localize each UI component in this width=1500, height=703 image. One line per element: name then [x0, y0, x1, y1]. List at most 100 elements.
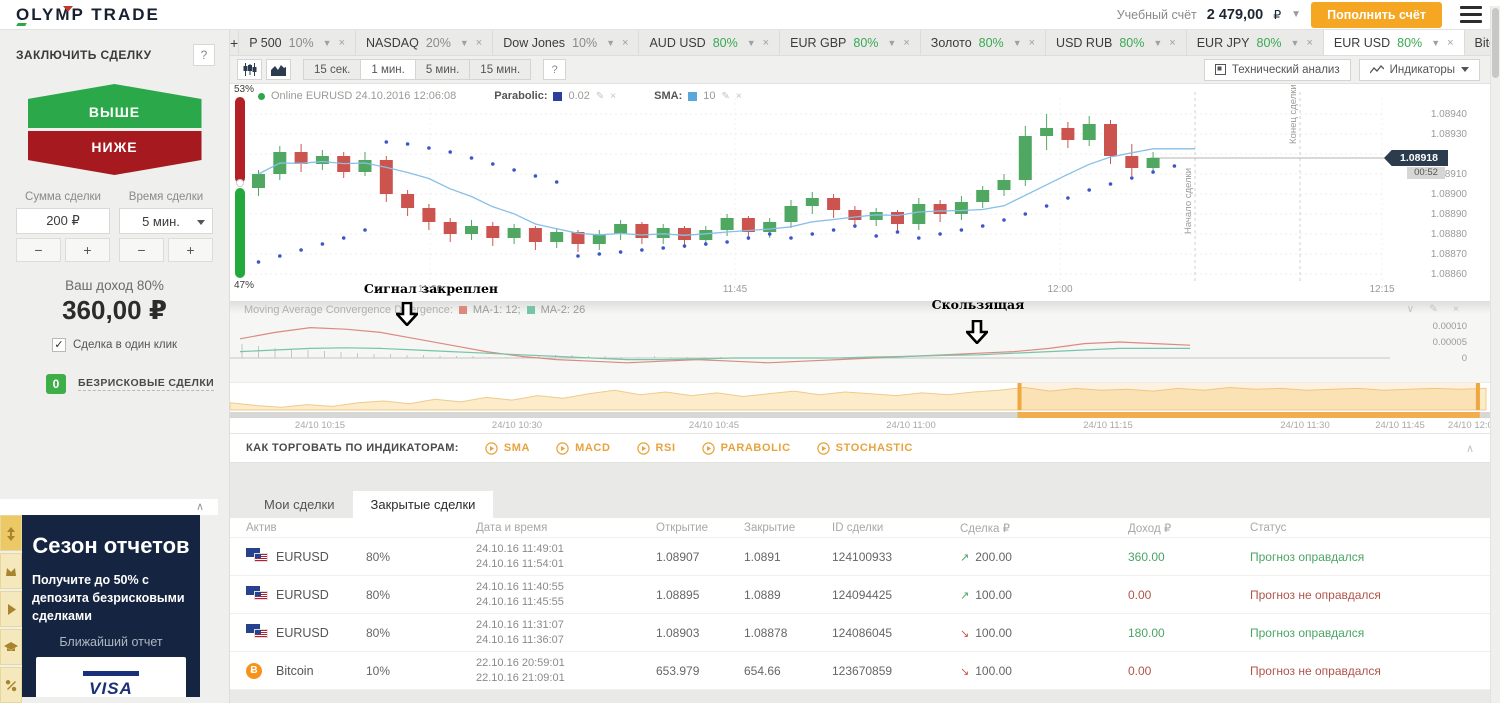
- timeframe-button-15сек[interactable]: 15 сек.: [303, 59, 362, 80]
- page-scrollbar[interactable]: [1490, 6, 1500, 703]
- promo-collapse-bar[interactable]: ∧: [0, 499, 218, 515]
- deposit-button[interactable]: Пополнить счёт: [1311, 1, 1442, 28]
- table-row[interactable]: Ƀ Bitcoin 10% 22.10.16 20:59:01 22.10.16 21:…: [230, 652, 1490, 690]
- macd-controls[interactable]: ∨ ✎ ×: [1407, 303, 1465, 315]
- tab-percent: 80%: [978, 35, 1004, 50]
- howto-link-sma[interactable]: SMA: [485, 441, 530, 455]
- howto-link-macd[interactable]: MACD: [556, 441, 610, 455]
- scrubber-canvas[interactable]: [229, 383, 1490, 419]
- chevron-up-icon[interactable]: ∧: [1466, 442, 1474, 455]
- technical-analysis-button[interactable]: Технический анализ: [1203, 58, 1351, 81]
- edit-icon[interactable]: ✎: [596, 91, 604, 102]
- timeframe-button-15мин[interactable]: 15 мин.: [470, 59, 532, 80]
- tab-aud-usd[interactable]: AUD USD 80% ▼ ×: [639, 30, 781, 55]
- sidebar-help-button[interactable]: ?: [193, 44, 215, 66]
- candlestick-canvas[interactable]: Начало сделки Конец сделки 1.08940 1.08930 1…: [230, 84, 1490, 301]
- currency-symbol: ₽: [1273, 8, 1282, 22]
- time-plus-button[interactable]: +: [168, 238, 213, 262]
- chart-toolbar: 15 сек. 1 мин. 5 мин. 15 мин. ? Технический…: [230, 56, 1490, 84]
- trades-tab-closed[interactable]: Закрытые сделки: [352, 491, 494, 518]
- tab-usd-rub[interactable]: USD RUB 80% ▼ ×: [1046, 30, 1187, 55]
- close-icon[interactable]: ×: [1029, 37, 1035, 49]
- promo-percent-icon[interactable]: [0, 667, 22, 703]
- add-asset-tab-button[interactable]: +: [230, 30, 240, 55]
- asset-name: EURUSD: [276, 587, 329, 602]
- edit-icon[interactable]: ✎: [722, 91, 730, 102]
- close-icon[interactable]: ×: [339, 37, 345, 49]
- tab-nasdaq[interactable]: NASDAQ 20% ▼ ×: [356, 30, 494, 55]
- promo-crown-icon[interactable]: [0, 553, 22, 589]
- tab-percent: 80%: [1397, 35, 1423, 50]
- trades-tab-my[interactable]: Мои сделки: [246, 491, 353, 518]
- one-click-toggle[interactable]: ✓ Сделка в один клик: [0, 338, 229, 352]
- close-icon[interactable]: ×: [476, 37, 482, 49]
- amount-minus-button[interactable]: −: [16, 238, 61, 262]
- howto-link-stochastic[interactable]: STOCHASTIC: [816, 441, 913, 455]
- candlestick-chart-type-button[interactable]: [237, 59, 262, 80]
- play-circle-icon: [636, 441, 650, 455]
- area-chart-type-button[interactable]: [266, 59, 291, 80]
- column-header: Дата и время: [476, 521, 548, 534]
- close-icon[interactable]: ×: [1169, 37, 1175, 49]
- table-row[interactable]: EURUSD 80% 24.10.16 11:31:07 24.10.16 11:36…: [230, 614, 1490, 652]
- asset-icon-cell: Ƀ: [230, 662, 276, 679]
- tab-eur-usd[interactable]: EUR USD 80% ▼ ×: [1323, 30, 1465, 55]
- close-icon[interactable]: ×: [622, 37, 628, 49]
- price-chart[interactable]: 53% 47% Online EURUSD 24.10.2016 12:06:0…: [230, 84, 1490, 301]
- close-icon[interactable]: ×: [763, 37, 769, 49]
- howto-link-parabolic[interactable]: PARABOLIC: [701, 441, 791, 455]
- time-minus-button[interactable]: −: [119, 238, 164, 262]
- income-label: Ваш доход 80%: [65, 278, 164, 293]
- promo-play-icon[interactable]: [0, 591, 22, 627]
- lower-button[interactable]: НИЖЕ: [27, 131, 202, 175]
- macd-panel[interactable]: Moving Average Convergence Divergence: M…: [230, 301, 1490, 383]
- timeline-scrubber[interactable]: [229, 383, 1490, 419]
- riskfree-deals[interactable]: 0 БЕЗРИСКОВЫЕ СДЕЛКИ: [46, 374, 229, 394]
- close-icon[interactable]: ×: [903, 37, 909, 49]
- amount-plus-button[interactable]: +: [65, 238, 110, 262]
- higher-button[interactable]: ВЫШЕ: [27, 84, 202, 128]
- chevron-down-icon[interactable]: ▼: [1153, 38, 1162, 48]
- column-header: Доход ₽: [1128, 522, 1172, 535]
- amount-input[interactable]: 200 ₽: [16, 208, 110, 234]
- checkbox-checked-icon[interactable]: ✓: [51, 338, 66, 352]
- chevron-down-icon[interactable]: ▼: [887, 38, 896, 48]
- promo-banner[interactable]: Сезон отчетов Получите до 50% с депозита…: [22, 515, 200, 697]
- howto-link-label: PARABOLIC: [720, 442, 791, 454]
- indicators-button[interactable]: Индикаторы: [1358, 58, 1480, 81]
- chevron-up-icon[interactable]: ∧: [196, 500, 204, 513]
- time-select[interactable]: 5 мин.: [119, 208, 213, 234]
- table-row[interactable]: EURUSD 80% 24.10.16 11:40:55 24.10.16 11:45…: [230, 576, 1490, 614]
- tab-p-500[interactable]: P 500 10% ▼ ×: [239, 30, 357, 55]
- chevron-down-icon[interactable]: ▼: [1291, 38, 1300, 48]
- chevron-down-icon[interactable]: ▼: [747, 38, 756, 48]
- table-row[interactable]: EURUSD 80% 24.10.16 11:49:01 24.10.16 11:54…: [230, 538, 1490, 576]
- trade-id: 124100933: [832, 549, 893, 564]
- chevron-down-icon[interactable]: ▼: [1431, 38, 1440, 48]
- ma1-label: MA-1: 12;: [472, 304, 521, 316]
- chevron-down-icon[interactable]: ▼: [323, 38, 332, 48]
- howto-link-rsi[interactable]: RSI: [636, 441, 676, 455]
- tab-золото[interactable]: Золото 80% ▼ ×: [921, 30, 1047, 55]
- close-icon[interactable]: ×: [610, 91, 616, 102]
- timeframe-button-5мин[interactable]: 5 мин.: [415, 59, 471, 80]
- chevron-down-icon[interactable]: ▼: [1013, 38, 1022, 48]
- svg-text:11:45: 11:45: [723, 284, 748, 295]
- tab-eur-jpy[interactable]: EUR JPY 80% ▼ ×: [1187, 30, 1324, 55]
- close-icon[interactable]: ×: [736, 91, 742, 102]
- tab-eur-gbp[interactable]: EUR GBP 80% ▼ ×: [780, 30, 921, 55]
- chart-help-button[interactable]: ?: [543, 59, 567, 80]
- menu-icon[interactable]: [1460, 6, 1482, 23]
- promo-education-icon[interactable]: [0, 629, 22, 665]
- chevron-down-icon[interactable]: ▼: [1291, 9, 1301, 20]
- chevron-down-icon[interactable]: ▼: [460, 38, 469, 48]
- timeframe-button-1мин[interactable]: 1 мин.: [361, 59, 416, 80]
- sentiment-divider-dot: [236, 179, 244, 187]
- tab-dow-jones[interactable]: Dow Jones 10% ▼ ×: [493, 30, 640, 55]
- close-icon[interactable]: ×: [1447, 37, 1453, 49]
- olymp-trade-logo[interactable]: OLYMP TRADE: [16, 5, 160, 26]
- promo-updown-icon[interactable]: [0, 515, 22, 551]
- scrollbar-thumb[interactable]: [1492, 8, 1499, 78]
- close-icon[interactable]: ×: [1306, 37, 1312, 49]
- chevron-down-icon[interactable]: ▼: [606, 38, 615, 48]
